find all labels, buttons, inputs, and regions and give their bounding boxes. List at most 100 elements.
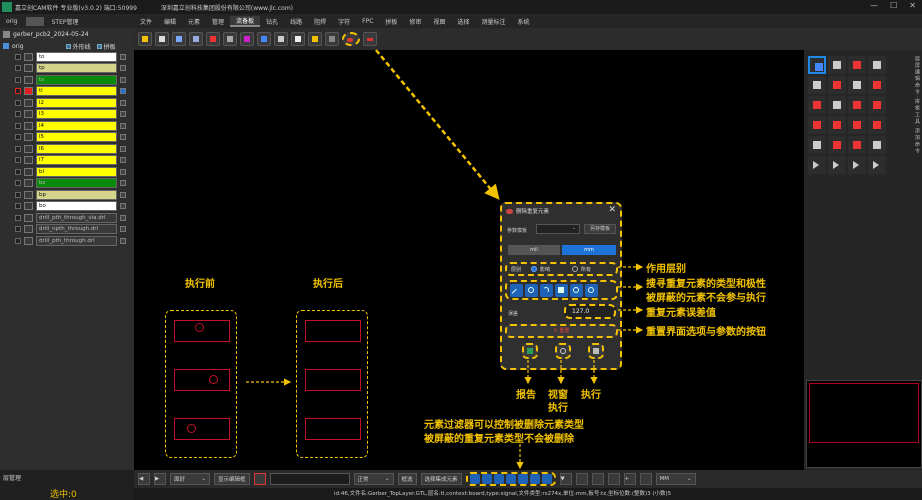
layer-row[interactable]: to [0, 51, 134, 63]
layer-edit-toggle[interactable] [120, 145, 126, 152]
layer-edit-toggle[interactable] [120, 134, 126, 141]
execute-button[interactable] [588, 343, 604, 359]
layer-visible-checkbox[interactable] [15, 226, 21, 233]
menu-item[interactable]: FPC [356, 18, 379, 25]
layer-color-swatch[interactable] [24, 202, 33, 211]
right-tool-button[interactable] [808, 116, 826, 134]
delete-duplicate-elements-button[interactable] [342, 32, 360, 46]
normal-select[interactable]: 正常 ⌄ [353, 473, 394, 485]
layer-edit-toggle[interactable] [120, 88, 126, 95]
right-tool-button[interactable] [828, 56, 846, 74]
right-tool-button[interactable] [828, 76, 846, 94]
tool-2-button[interactable] [155, 32, 169, 46]
box-select-button[interactable]: 框选 [397, 473, 417, 485]
tab-switch[interactable] [25, 16, 44, 26]
menu-item[interactable]: 拼板 [379, 17, 403, 26]
filter-funnel-icon[interactable]: ▼ [559, 473, 572, 485]
layer-color-swatch[interactable] [24, 179, 33, 188]
reset-button[interactable]: ↻ 重置 [505, 324, 618, 338]
layer-color-swatch[interactable] [24, 52, 33, 61]
mode-select[interactable]: 面好 ⌄ [170, 473, 210, 485]
right-tool-button[interactable] [828, 136, 846, 154]
right-tool-button[interactable] [868, 156, 886, 174]
right-tool-button[interactable] [868, 96, 886, 114]
right-tool-button[interactable] [808, 96, 826, 114]
layer-edit-toggle[interactable] [120, 122, 126, 129]
tool-7-button[interactable] [240, 32, 254, 46]
layer-row[interactable]: drill_pth_through.drl [0, 235, 134, 247]
project-row[interactable]: gerber_pcb2_2024-05-24 [0, 28, 134, 41]
close-icon[interactable]: ✕ [909, 1, 916, 10]
tool-4-button[interactable] [189, 32, 203, 46]
right-tool-button[interactable] [828, 96, 846, 114]
layer-visible-checkbox[interactable] [15, 168, 21, 175]
layer-visible-checkbox[interactable] [15, 88, 21, 95]
layer-row[interactable]: l6 [0, 143, 134, 155]
layer-edit-toggle[interactable] [120, 214, 126, 221]
layer-visible-checkbox[interactable] [15, 65, 21, 72]
snap-icon[interactable] [607, 473, 620, 485]
layer-row[interactable]: bs [0, 178, 134, 190]
layer-visible-checkbox[interactable] [15, 237, 21, 244]
layer-color-swatch[interactable] [24, 121, 33, 130]
layer-visible-checkbox[interactable] [15, 134, 21, 141]
layer-row[interactable]: l4 [0, 120, 134, 132]
menu-item[interactable]: 元素 [182, 17, 206, 26]
layer-row[interactable]: tp [0, 63, 134, 75]
right-tool-button[interactable] [808, 156, 826, 174]
layer-color-swatch[interactable] [24, 225, 33, 234]
layer-edit-toggle[interactable] [120, 203, 126, 210]
layer-edit-toggle[interactable] [120, 111, 126, 118]
select-all-button[interactable]: 选择集成元素 [420, 473, 462, 485]
layer-row[interactable]: drill_pth_through_via.drl [0, 212, 134, 224]
filter-arc-button[interactable] [493, 474, 504, 484]
layer-color-swatch[interactable] [24, 133, 33, 142]
menu-item[interactable]: 选择 [451, 17, 475, 26]
filter-pad-button[interactable] [481, 474, 492, 484]
menu-item[interactable]: 系统 [511, 17, 535, 26]
type-arc-button[interactable] [540, 283, 553, 297]
right-tool-button[interactable] [808, 56, 826, 74]
tool-9-button[interactable] [274, 32, 288, 46]
right-tool-button[interactable] [808, 76, 826, 94]
menu-item[interactable]: 文件 [134, 17, 158, 26]
right-tool-button[interactable] [848, 56, 866, 74]
tool-10-button[interactable] [291, 32, 305, 46]
layer-edit-toggle[interactable] [120, 53, 126, 60]
layer-edit-toggle[interactable] [120, 157, 126, 164]
menu-item[interactable]: 测量标注 [475, 17, 511, 26]
layer-row[interactable]: l3 [0, 109, 134, 121]
layer-edit-toggle[interactable] [120, 99, 126, 106]
layer-edit-toggle[interactable] [120, 237, 126, 244]
filter-line-button[interactable] [469, 474, 480, 484]
maximize-icon[interactable]: ☐ [890, 1, 897, 10]
right-tool-button[interactable] [848, 96, 866, 114]
layer-color-swatch[interactable] [24, 213, 33, 222]
right-tool-button[interactable] [808, 136, 826, 154]
type-line-button[interactable] [510, 283, 523, 297]
filter-positive-button[interactable] [529, 474, 540, 484]
layer-visible-checkbox[interactable] [15, 145, 21, 152]
report-button[interactable] [522, 343, 538, 359]
layer-edit-toggle[interactable] [120, 168, 126, 175]
display-edit-button[interactable]: 显示编辑框 [214, 473, 250, 485]
type-positive-button[interactable] [570, 283, 583, 297]
right-tool-button[interactable] [828, 116, 846, 134]
layer-edit-toggle[interactable] [120, 180, 126, 187]
layer-color-swatch[interactable] [24, 167, 33, 176]
frame-icon[interactable] [253, 473, 266, 485]
menu-item[interactable]: 管理 [206, 17, 230, 26]
measure-icon[interactable] [591, 473, 604, 485]
layer-color-swatch[interactable] [24, 190, 33, 199]
tool-8-button[interactable] [257, 32, 271, 46]
layer-color-swatch[interactable] [24, 110, 33, 119]
layer-visible-checkbox[interactable] [15, 111, 21, 118]
type-negative-button[interactable] [585, 283, 598, 297]
view-window-button[interactable] [555, 343, 571, 359]
tool-14-button[interactable] [363, 32, 377, 46]
unit-mil-button[interactable]: mil [508, 245, 560, 255]
layer-visible-checkbox[interactable] [15, 122, 21, 129]
layer-row[interactable]: ts [0, 74, 134, 86]
layer-row[interactable]: l7 [0, 155, 134, 167]
save-template-button[interactable]: 另存模板 [584, 224, 616, 234]
